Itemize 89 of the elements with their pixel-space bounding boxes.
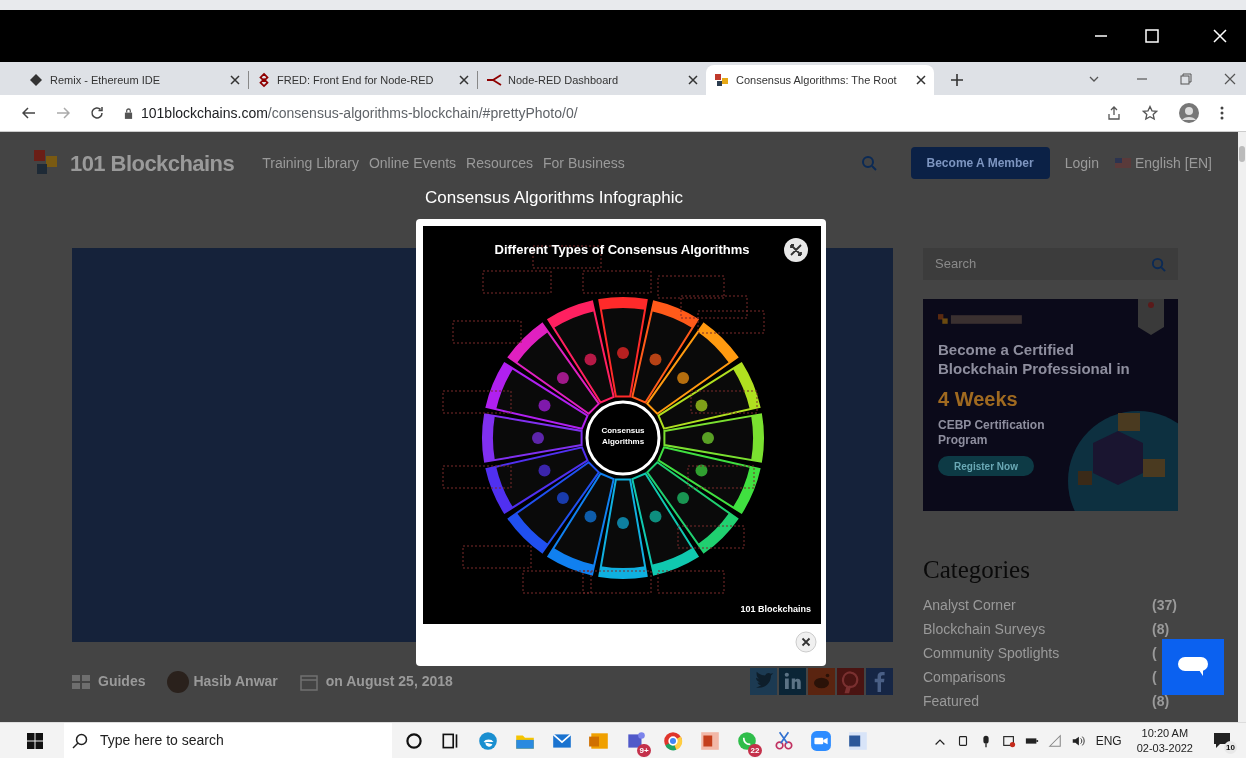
windows-start-icon[interactable] — [27, 732, 43, 749]
expand-icon[interactable] — [783, 237, 809, 263]
tab-title: Consensus Algorithms: The Root — [736, 72, 898, 88]
restore-icon[interactable] — [1180, 73, 1192, 85]
category-link[interactable]: Analyst Corner — [923, 594, 1016, 613]
notification-badge: 9+ — [637, 743, 651, 757]
document-app-icon[interactable] — [847, 729, 869, 752]
reload-icon[interactable] — [90, 106, 104, 120]
close-icon[interactable] — [916, 75, 926, 85]
category-count: (8) — [1152, 691, 1171, 709]
lock-icon — [124, 107, 133, 119]
browser-tab[interactable]: Remix - Ethereum IDE — [20, 65, 248, 95]
video-camera-icon[interactable] — [810, 729, 832, 752]
flow-arrows-logo-icon — [486, 72, 502, 88]
ad-highlight: 4 Weeks — [938, 387, 1019, 412]
become-member-button[interactable]: Become A Member — [910, 147, 1050, 179]
browser-tab[interactable]: FRED: Front End for Node-RED — [249, 65, 477, 95]
tab-title: Node-RED Dashboard — [508, 72, 620, 88]
slides-app-icon[interactable] — [699, 729, 721, 752]
tab-title: Remix - Ethereum IDE — [50, 72, 162, 88]
browser-tab[interactable]: Node-RED Dashboard — [478, 65, 706, 95]
category-link[interactable]: Guides — [98, 671, 146, 692]
close-icon[interactable] — [459, 75, 469, 85]
url-text: 101blockchains.com/consensus-algorithms-blockchain/#prettyPhoto/0/ — [141, 103, 578, 123]
address-field[interactable]: 101blockchains.com/consensus-algorithms-blockchain/#prettyPhoto/0/ — [124, 102, 1086, 124]
infographic-center-label: Consensus Algorithms — [601, 425, 645, 447]
category-link[interactable]: Blockchain Surveys — [923, 618, 1046, 637]
nav-link[interactable]: Online Events — [368, 152, 457, 174]
login-link[interactable]: Login — [1064, 152, 1099, 174]
category-link[interactable]: Community Spotlights — [923, 642, 1060, 661]
language-selector[interactable]: English [EN] — [1134, 152, 1212, 174]
lightbox-title: Consensus Algorithms Infographic — [425, 187, 683, 209]
nav-link[interactable]: Training Library — [262, 152, 359, 174]
browser-tab[interactable]: Consensus Algorithms: The Root — [706, 65, 934, 95]
ad-program-text: CEBP Certification Program — [938, 418, 1046, 448]
search-placeholder: Type here to search — [100, 731, 224, 750]
ad-logo-icon — [938, 313, 1024, 326]
new-tab-icon[interactable] — [950, 73, 964, 87]
profile-avatar-icon[interactable] — [1178, 102, 1200, 124]
ad-banner[interactable]: Become a Certified Blockchain Professional in 4 Weeks CEBP Certification Program Register Now — [923, 299, 1178, 511]
input-language-indicator[interactable]: ENG — [1095, 731, 1122, 750]
screen-alert-icon[interactable] — [1001, 733, 1016, 748]
scissors-icon[interactable] — [773, 729, 795, 752]
share-icon[interactable] — [1106, 105, 1122, 121]
scrollbar-thumb[interactable] — [1239, 146, 1245, 162]
tab-title: FRED: Front End for Node-RED — [277, 72, 435, 88]
notification-count: 10 — [1224, 740, 1237, 754]
categories-heading: Categories — [923, 555, 1031, 585]
post-date: on August 25, 2018 — [325, 672, 453, 691]
star-icon[interactable] — [1142, 105, 1158, 121]
category-count: ( — [1152, 667, 1158, 685]
wifi-signal-icon[interactable] — [1047, 733, 1062, 748]
category-count: (8) — [1152, 619, 1171, 637]
squares-logo-icon — [714, 72, 730, 88]
infographic-heading: Different Types of Consensus Algorithms — [493, 241, 751, 259]
flag-icon — [1114, 158, 1131, 168]
category-count: ( — [1152, 643, 1158, 661]
speaker-icon[interactable] — [1070, 733, 1085, 748]
category-link[interactable]: Featured — [923, 690, 980, 709]
remix-logo-icon — [28, 72, 44, 88]
taskbar-search-field[interactable]: Type here to search — [64, 722, 392, 758]
linkedin-icon[interactable] — [779, 668, 806, 695]
search-field[interactable]: Search — [923, 248, 1178, 280]
back-icon[interactable] — [22, 106, 36, 120]
nav-link[interactable]: Resources — [466, 152, 534, 174]
author-avatar — [167, 670, 190, 693]
maximize-icon[interactable] — [1142, 26, 1162, 46]
close-icon[interactable] — [688, 75, 698, 85]
grid-icon — [72, 674, 90, 689]
close-icon[interactable] — [230, 75, 240, 85]
author-link[interactable]: Hasib Anwar — [193, 671, 278, 692]
infographic-brand: 101 Blockchains — [740, 602, 811, 616]
site-logo-text[interactable]: 101 Blockchains — [70, 146, 235, 180]
category-link[interactable]: Comparisons — [923, 666, 1006, 685]
chrome-browser-icon[interactable] — [662, 729, 684, 752]
calendar-icon — [299, 672, 318, 691]
register-button[interactable]: Register Now — [938, 456, 1034, 476]
chat-button[interactable] — [1162, 639, 1224, 695]
phone-chat-icon[interactable] — [736, 729, 758, 752]
edge-browser-icon[interactable] — [477, 729, 499, 752]
more-menu-icon[interactable] — [1220, 105, 1224, 121]
clock[interactable]: 10:20 AM 02-03-2022 — [1136, 725, 1193, 756]
ad-headline: Become a Certified Blockchain Professional in — [938, 340, 1131, 378]
ribbon-badge-icon — [1138, 299, 1164, 335]
diamond-logo-icon — [257, 72, 271, 88]
category-count: (37) — [1152, 595, 1178, 613]
search-icon — [72, 732, 88, 749]
nav-link[interactable]: For Business — [543, 152, 625, 174]
search-placeholder: Search — [935, 255, 978, 274]
